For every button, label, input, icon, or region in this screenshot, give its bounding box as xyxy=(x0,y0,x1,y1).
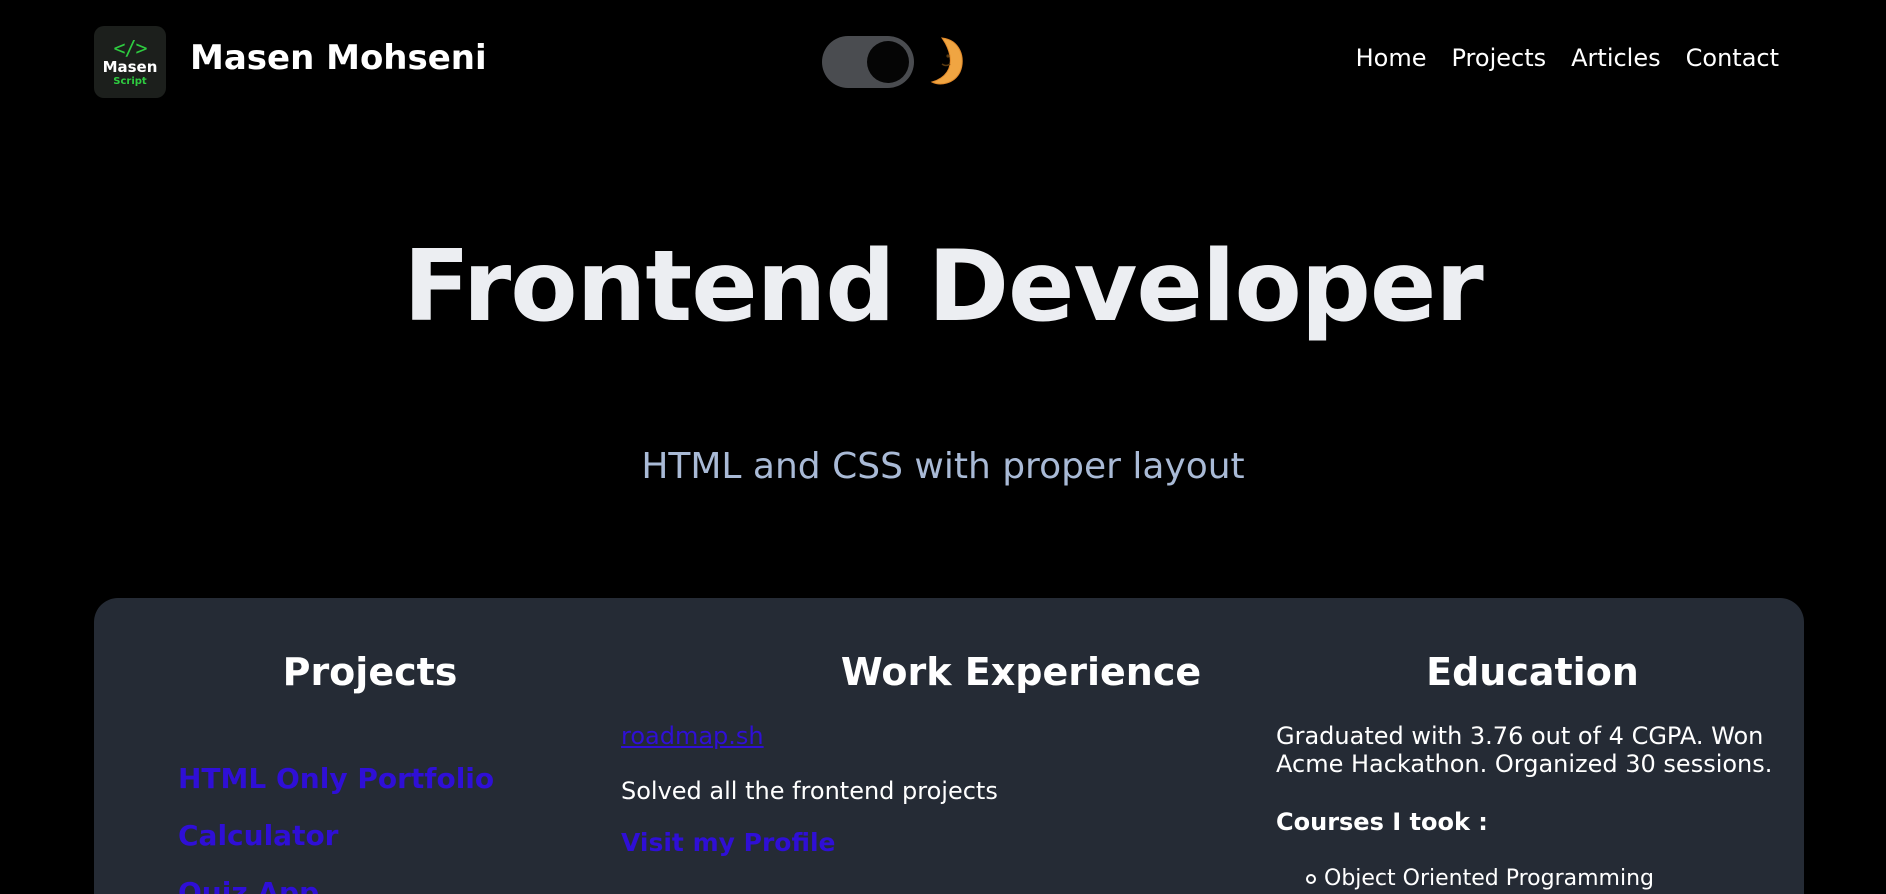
hero-subtitle: HTML and CSS with proper layout xyxy=(641,446,1245,487)
education-section: Education Graduated with 3.76 out of 4 C… xyxy=(1276,598,1804,894)
nav-contact[interactable]: Contact xyxy=(1686,44,1779,72)
info-card: Projects HTML Only Portfolio Calculator … xyxy=(94,598,1804,894)
visit-profile-link[interactable]: Visit my Profile xyxy=(621,828,836,857)
nav-home[interactable]: Home xyxy=(1356,44,1427,72)
site-header: </> Masen Script Masen Mohseni Home Proj… xyxy=(0,0,1886,124)
site-name[interactable]: Masen Mohseni xyxy=(190,38,487,78)
main-nav: Home Projects Articles Contact xyxy=(1356,44,1779,72)
list-item: Object Oriented Programming xyxy=(1306,866,1654,891)
list-item: Quiz App xyxy=(178,876,494,894)
education-text: Graduated with 3.76 out of 4 CGPA. Won A… xyxy=(1276,722,1773,778)
logo[interactable]: </> Masen Script xyxy=(94,26,166,98)
bullet-icon xyxy=(1306,873,1316,884)
toggle-knob xyxy=(867,41,909,83)
logo-sub-text: Script xyxy=(113,75,147,87)
courses-list: Object Oriented Programming xyxy=(1306,866,1654,891)
list-item: HTML Only Portfolio xyxy=(178,762,494,795)
project-link[interactable]: HTML Only Portfolio xyxy=(178,762,494,795)
nav-projects[interactable]: Projects xyxy=(1452,44,1547,72)
work-company-link[interactable]: roadmap.sh xyxy=(621,722,764,750)
projects-section: Projects HTML Only Portfolio Calculator … xyxy=(94,598,646,894)
logo-main-text: Masen xyxy=(102,57,158,76)
list-item: Calculator xyxy=(178,819,494,852)
projects-list: HTML Only Portfolio Calculator Quiz App xyxy=(178,762,494,894)
projects-title: Projects xyxy=(282,650,458,694)
hero-title: Frontend Developer xyxy=(403,230,1483,344)
education-title: Education xyxy=(1426,650,1639,694)
work-description: Solved all the frontend projects xyxy=(621,777,998,805)
project-link[interactable]: Quiz App xyxy=(178,876,319,894)
project-link[interactable]: Calculator xyxy=(178,819,339,852)
theme-toggle[interactable] xyxy=(822,36,914,88)
courses-label: Courses I took : xyxy=(1276,808,1488,836)
moon-icon xyxy=(930,37,963,85)
logo-code-icon: </> xyxy=(113,35,147,60)
nav-articles[interactable]: Articles xyxy=(1571,44,1661,72)
course-name: Object Oriented Programming xyxy=(1324,866,1654,891)
